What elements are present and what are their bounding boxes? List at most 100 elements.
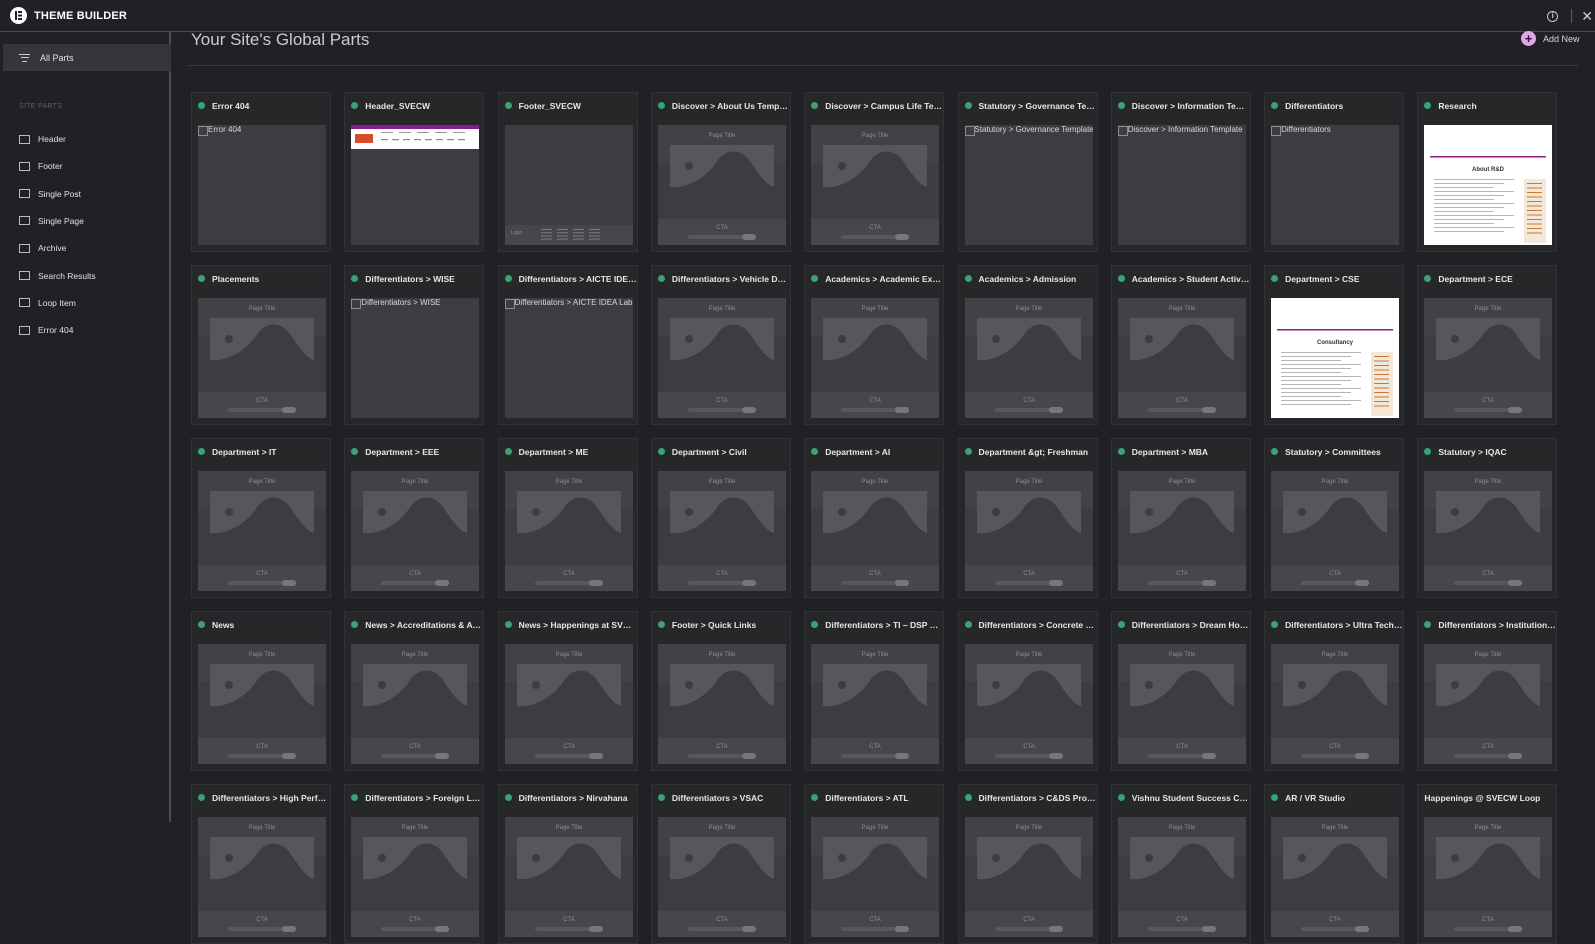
template-card[interactable]: Placements Page Title CTA <box>191 265 331 425</box>
card-thumbnail[interactable]: Differentiators <box>1271 125 1400 245</box>
sidebar-item-single-post[interactable]: Single Post <box>19 187 81 201</box>
card-thumbnail[interactable]: Page Title CTA <box>1424 817 1553 937</box>
card-thumbnail[interactable]: Consultancy <box>1271 298 1400 418</box>
card-thumbnail[interactable]: Page Title CTA <box>504 644 633 764</box>
card-thumbnail[interactable]: Page Title CTA <box>351 471 480 591</box>
card-thumbnail[interactable]: Page Title CTA <box>964 471 1093 591</box>
template-card[interactable]: News > Accreditations & Awards Page Title… <box>344 611 485 771</box>
card-thumbnail[interactable]: Page Title CTA <box>1424 471 1553 591</box>
card-thumbnail[interactable]: Page Title CTA <box>1117 817 1246 937</box>
template-card[interactable]: Footer_SVECW Logo <box>497 92 638 252</box>
template-card[interactable]: Research About R&D <box>1417 92 1558 252</box>
card-thumbnail[interactable]: Page Title CTA <box>811 817 940 937</box>
template-card[interactable]: Header_SVECW <box>344 92 485 252</box>
template-card[interactable]: Discover > Campus Life Templ... Page Titl… <box>804 92 945 252</box>
template-card[interactable]: Differentiators > Vehicle Design... Page … <box>650 265 791 425</box>
template-card[interactable]: Department > ECE Page Title CTA <box>1417 265 1558 425</box>
info-icon[interactable]: i <box>1547 10 1559 22</box>
template-card[interactable]: Differentiators > Concrete Cana... Page T… <box>957 611 1098 771</box>
sidebar-item-loop-item[interactable]: Loop Item <box>19 296 76 310</box>
template-card[interactable]: News Page Title CTA <box>191 611 331 771</box>
card-thumbnail[interactable]: Page Title CTA <box>198 298 326 418</box>
card-thumbnail[interactable]: Page Title CTA <box>1117 298 1246 418</box>
card-thumbnail[interactable]: Page Title CTA <box>657 817 786 937</box>
template-card[interactable]: Differentiators > Institution Inn... Page… <box>1417 611 1558 771</box>
add-new-button[interactable]: + Add New <box>1521 31 1580 46</box>
template-card[interactable]: Department > CSE Consultancy <box>1264 265 1405 425</box>
card-thumbnail[interactable]: Page Title CTA <box>1117 644 1246 764</box>
template-card[interactable]: Statutory > Governance Templ... Statutory… <box>957 92 1098 252</box>
template-card[interactable]: Academics > Admission Page Title CTA <box>957 265 1098 425</box>
card-thumbnail[interactable]: Page Title CTA <box>964 644 1093 764</box>
sidebar-item-search-results[interactable]: Search Results <box>19 269 96 283</box>
card-thumbnail[interactable]: Page Title CTA <box>351 817 480 937</box>
template-card[interactable]: Department > IT Page Title CTA <box>191 438 331 598</box>
card-thumbnail[interactable]: Page Title CTA <box>198 817 326 937</box>
card-thumbnail[interactable]: Page Title CTA <box>1271 471 1400 591</box>
card-thumbnail[interactable]: Differentiators > AICTE IDEA Lab <box>504 298 633 418</box>
card-thumbnail[interactable]: Page Title CTA <box>811 125 940 245</box>
card-thumbnail[interactable]: Page Title CTA <box>657 125 786 245</box>
template-card[interactable]: Department > ME Page Title CTA <box>497 438 638 598</box>
card-thumbnail[interactable]: Page Title CTA <box>657 471 786 591</box>
card-thumbnail[interactable]: Discover > Information Template <box>1117 125 1246 245</box>
sidebar-item-header[interactable]: Header <box>19 132 66 146</box>
template-card[interactable]: Department > EEE Page Title CTA <box>344 438 485 598</box>
template-card[interactable]: News > Happenings at SVECW Page Title CTA <box>497 611 638 771</box>
template-card[interactable]: Statutory > IQAC Page Title CTA <box>1417 438 1558 598</box>
template-card[interactable]: Footer > Quick Links Page Title CTA <box>650 611 791 771</box>
card-thumbnail[interactable]: Page Title CTA <box>657 644 786 764</box>
template-card[interactable]: Department > MBA Page Title CTA <box>1110 438 1251 598</box>
card-thumbnail[interactable]: Page Title CTA <box>811 298 940 418</box>
card-thumbnail[interactable]: Page Title CTA <box>964 817 1093 937</box>
card-thumbnail[interactable]: Page Title CTA <box>964 298 1093 418</box>
template-card[interactable]: Error 404 Error 404 <box>191 92 331 252</box>
template-card[interactable]: AR / VR Studio Page Title CTA <box>1264 784 1405 944</box>
template-card[interactable]: Differentiators > TI – DSP Lab Page Title… <box>804 611 945 771</box>
template-card[interactable]: Department &gt; Freshman Page Title CTA <box>957 438 1098 598</box>
card-thumbnail[interactable]: Error 404 <box>198 125 326 245</box>
template-card[interactable]: Differentiators > High Performa... Page T… <box>191 784 331 944</box>
template-card[interactable]: Academics > Academic Excellen... Page Tit… <box>804 265 945 425</box>
template-card[interactable]: Differentiators > VSAC Page Title CTA <box>650 784 791 944</box>
template-card[interactable]: Differentiators > C&DS Progra... Page Tit… <box>957 784 1098 944</box>
template-card[interactable]: Differentiators Differentiators <box>1264 92 1405 252</box>
template-card[interactable]: Differentiators > AICTE IDEA Lab Differen… <box>497 265 638 425</box>
sidebar-item-single-page[interactable]: Single Page <box>19 214 84 228</box>
sidebar-item-error-404[interactable]: Error 404 <box>19 323 73 337</box>
card-thumbnail[interactable]: Page Title CTA <box>351 644 480 764</box>
sidebar-item-footer[interactable]: Footer <box>19 159 63 173</box>
card-thumbnail[interactable]: Page Title CTA <box>198 471 326 591</box>
template-card[interactable]: Differentiators > Dream House... Page Tit… <box>1110 611 1251 771</box>
template-card[interactable]: Department > AI Page Title CTA <box>804 438 945 598</box>
template-card[interactable]: Differentiators > Ultra Tech Ce... Page T… <box>1264 611 1405 771</box>
card-thumbnail[interactable]: Statutory > Governance Template <box>964 125 1093 245</box>
card-thumbnail[interactable] <box>351 125 480 245</box>
sidebar-item-archive[interactable]: Archive <box>19 241 66 255</box>
template-card[interactable]: Happenings @ SVECW Loop Page Title CTA <box>1417 784 1558 944</box>
card-thumbnail[interactable]: Page Title CTA <box>1117 471 1246 591</box>
card-thumbnail[interactable]: Page Title CTA <box>198 644 326 764</box>
sidebar-item-all-parts[interactable]: All Parts <box>3 44 171 71</box>
template-card[interactable]: Vishnu Student Success Center... Page Tit… <box>1110 784 1251 944</box>
card-thumbnail[interactable]: Page Title CTA <box>504 471 633 591</box>
card-thumbnail[interactable]: Page Title CTA <box>1271 644 1400 764</box>
card-thumbnail[interactable]: Page Title CTA <box>1424 644 1553 764</box>
template-card[interactable]: Differentiators > WISE Differentiators > … <box>344 265 485 425</box>
template-card[interactable]: Differentiators > Nirvahana Page Title CTA <box>497 784 638 944</box>
card-thumbnail[interactable]: Page Title CTA <box>1271 817 1400 937</box>
template-card[interactable]: Statutory > Committees Page Title CTA <box>1264 438 1405 598</box>
card-thumbnail[interactable]: Logo <box>504 125 633 245</box>
template-card[interactable]: Differentiators > ATL Page Title CTA <box>804 784 945 944</box>
close-icon[interactable]: ✕ <box>1581 8 1593 25</box>
template-card[interactable]: Academics > Student Activities... Page Ti… <box>1110 265 1251 425</box>
template-card[interactable]: Differentiators > Foreign Langu... Page T… <box>344 784 485 944</box>
card-thumbnail[interactable]: Page Title CTA <box>811 644 940 764</box>
template-card[interactable]: Department > Civil Page Title CTA <box>650 438 791 598</box>
card-thumbnail[interactable]: Page Title CTA <box>657 298 786 418</box>
card-thumbnail[interactable]: Page Title CTA <box>1424 298 1553 418</box>
card-thumbnail[interactable]: Page Title CTA <box>504 817 633 937</box>
template-card[interactable]: Discover > Information Templat... Discove… <box>1110 92 1251 252</box>
template-card[interactable]: Discover > About Us Template Page Title CT… <box>650 92 791 252</box>
card-thumbnail[interactable]: Differentiators > WISE <box>351 298 480 418</box>
